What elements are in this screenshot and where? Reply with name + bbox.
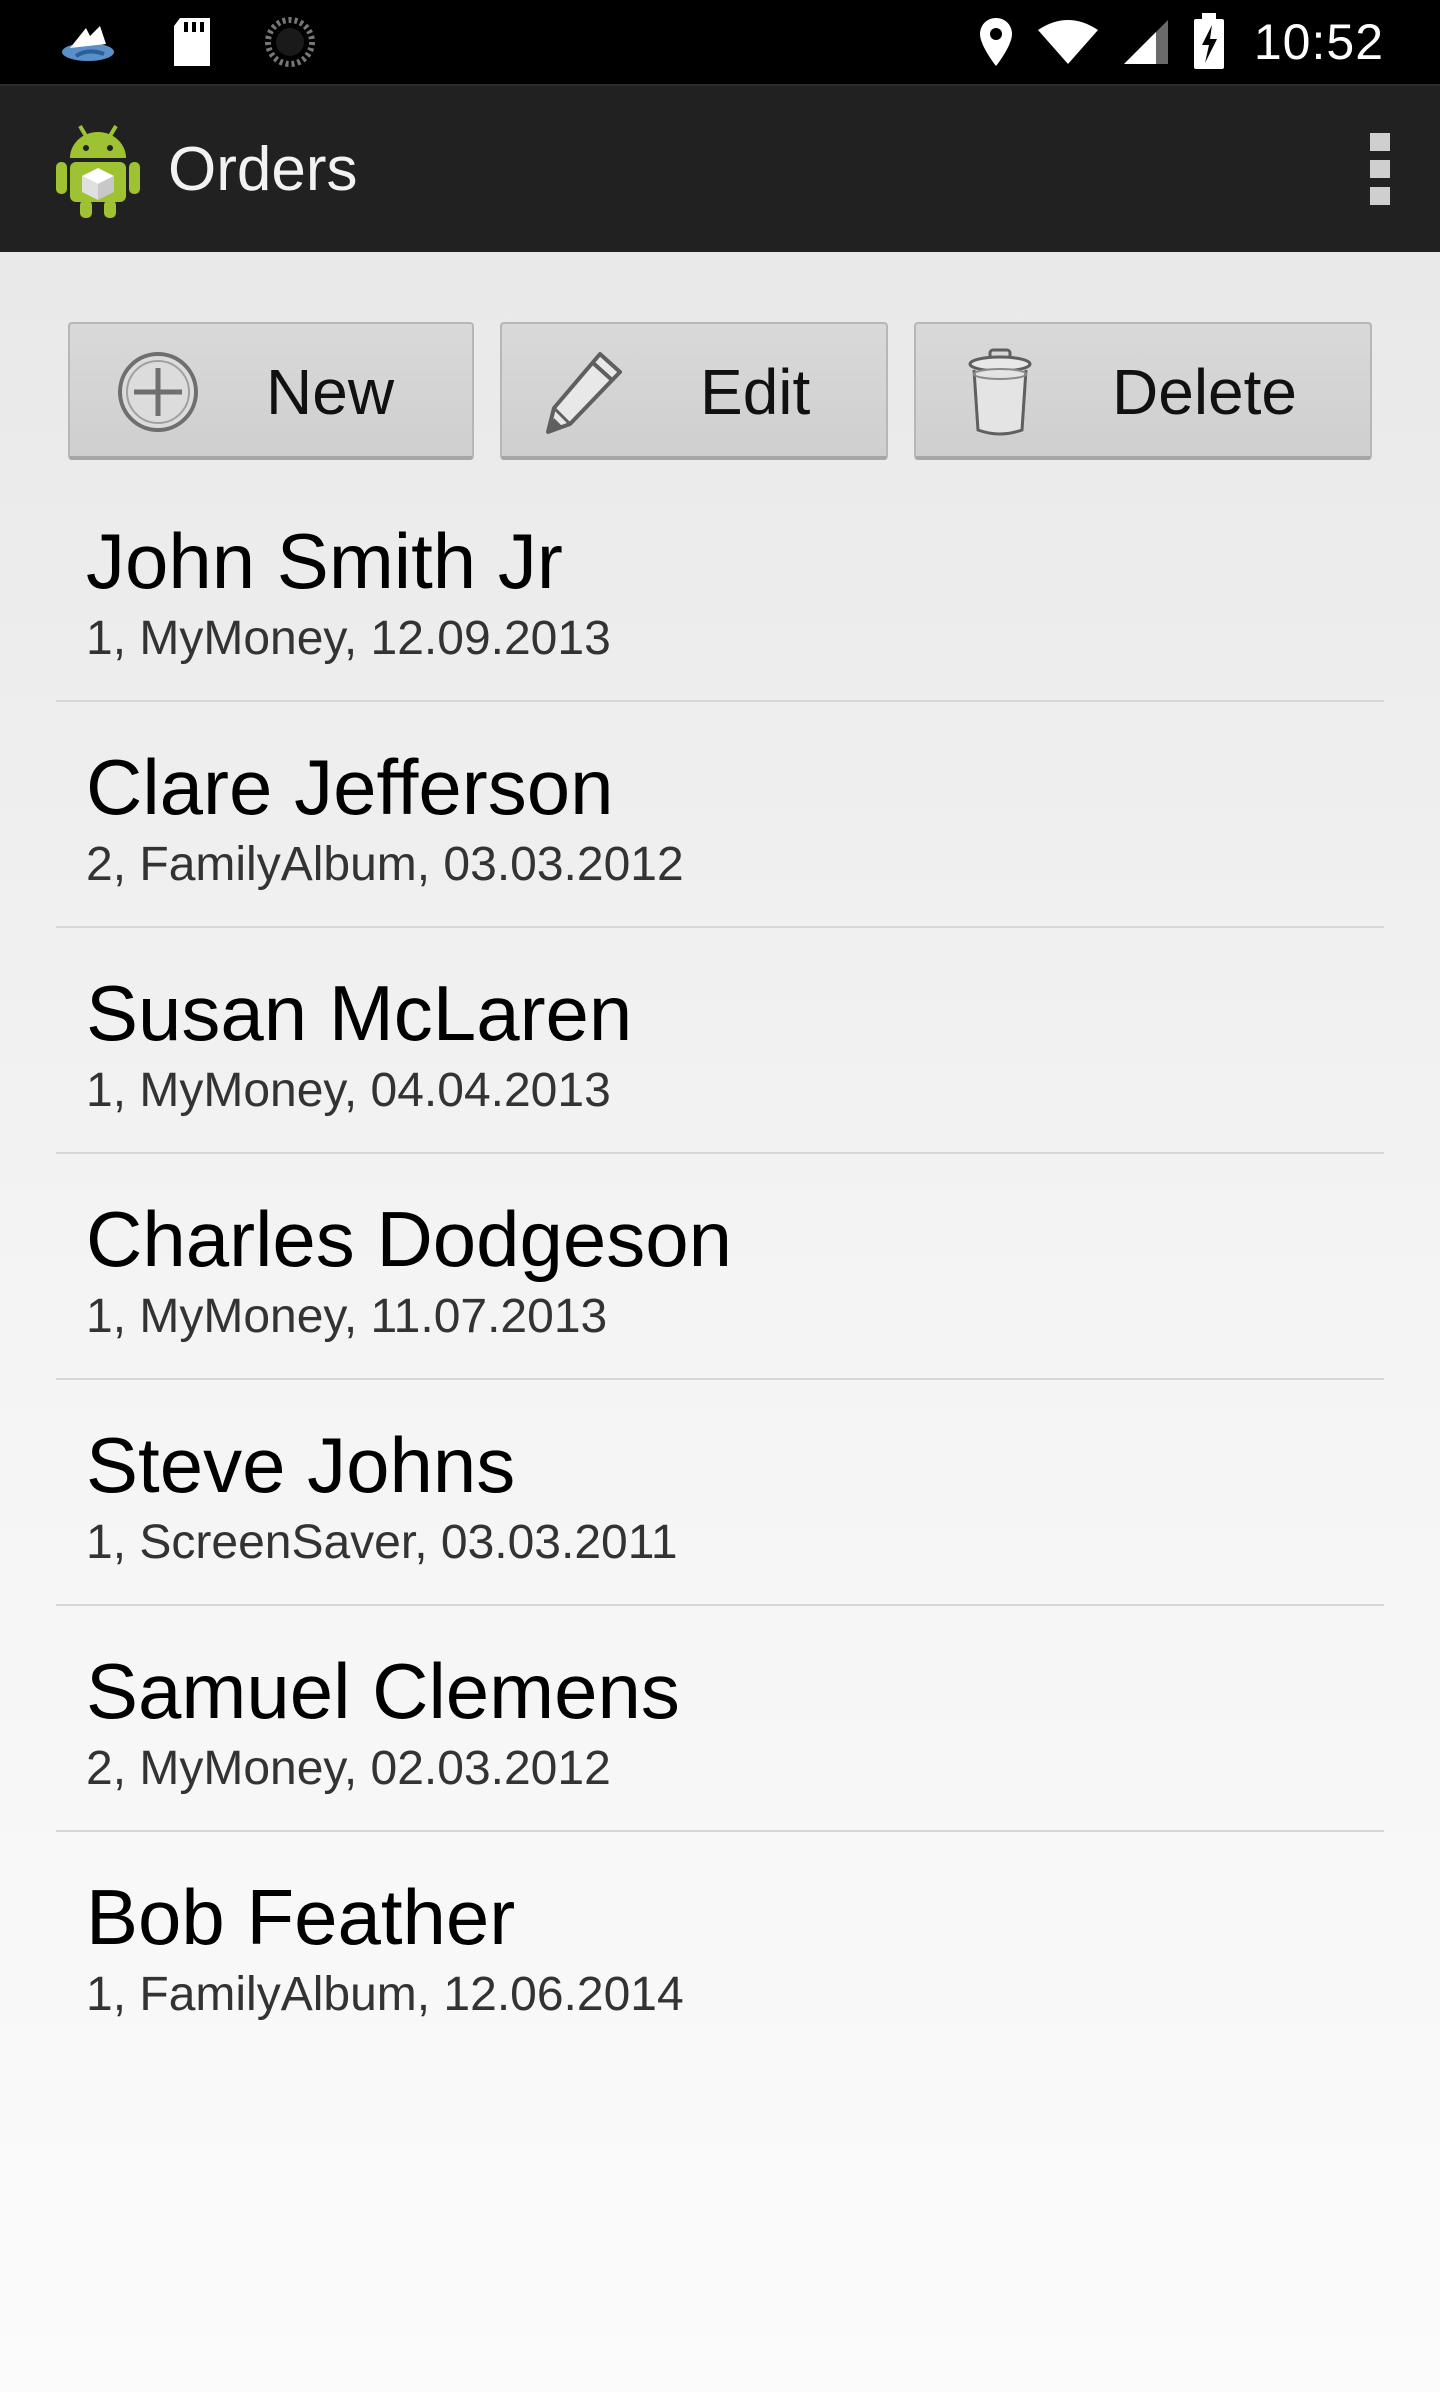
action-bar: Orders [0,84,1440,252]
list-item[interactable]: Steve Johns 1, ScreenSaver, 03.03.2011 [56,1380,1384,1606]
plus-circle-icon [110,344,206,440]
order-details: 1, ScreenSaver, 03.03.2011 [86,1516,678,1569]
sd-card-icon [170,16,214,68]
list-item[interactable]: John Smith Jr 1, MyMoney, 12.09.2013 [56,476,1384,702]
list-item[interactable]: Samuel Clemens 2, MyMoney, 02.03.2012 [56,1606,1384,1832]
page-title: Orders [168,135,358,204]
order-customer-name: Bob Feather [86,1873,516,1961]
status-bar: 10:52 [0,0,1440,84]
order-customer-name: John Smith Jr [86,517,563,605]
order-details: 2, MyMoney, 02.03.2012 [86,1742,611,1795]
order-customer-name: Steve Johns [86,1421,516,1509]
order-customer-name: Susan McLaren [86,969,633,1057]
battery-charging-icon [1192,13,1226,71]
pencil-icon [536,344,632,440]
orders-list: John Smith Jr 1, MyMoney, 12.09.2013 Cla… [56,476,1384,2058]
signal-icon [1122,18,1170,66]
order-details: 2, FamilyAlbum, 03.03.2012 [86,838,684,891]
order-details: 1, MyMoney, 11.07.2013 [86,1290,608,1343]
order-details: 1, FamilyAlbum, 12.06.2014 [86,1968,684,2021]
sync-icon [56,18,120,66]
new-button-label: New [266,356,395,428]
overflow-menu-icon [1370,133,1390,205]
overflow-menu-button[interactable] [1320,86,1440,252]
edit-button[interactable]: Edit [500,322,888,460]
delete-button-label: Delete [1112,356,1297,428]
order-details: 1, MyMoney, 04.04.2013 [86,1064,611,1117]
order-customer-name: Charles Dodgeson [86,1195,733,1283]
location-icon [978,16,1014,68]
order-customer-name: Samuel Clemens [86,1647,680,1735]
list-item[interactable]: Susan McLaren 1, MyMoney, 04.04.2013 [56,928,1384,1154]
wifi-icon [1036,18,1100,66]
trash-icon [952,344,1048,440]
delete-button[interactable]: Delete [914,322,1372,460]
status-time: 10:52 [1253,14,1384,70]
android-app-icon[interactable] [54,120,142,220]
list-item[interactable]: Clare Jefferson 2, FamilyAlbum, 03.03.20… [56,702,1384,928]
list-item[interactable]: Charles Dodgeson 1, MyMoney, 11.07.2013 [56,1154,1384,1380]
status-notifications [56,14,316,70]
order-customer-name: Clare Jefferson [86,743,614,831]
list-item[interactable]: Bob Feather 1, FamilyAlbum, 12.06.2014 [56,1832,1384,2058]
status-system: 10:52 [978,0,1384,84]
order-details: 1, MyMoney, 12.09.2013 [86,612,611,665]
edit-button-label: Edit [700,356,811,428]
loading-spinner-icon [264,16,316,68]
new-button[interactable]: New [68,322,474,460]
